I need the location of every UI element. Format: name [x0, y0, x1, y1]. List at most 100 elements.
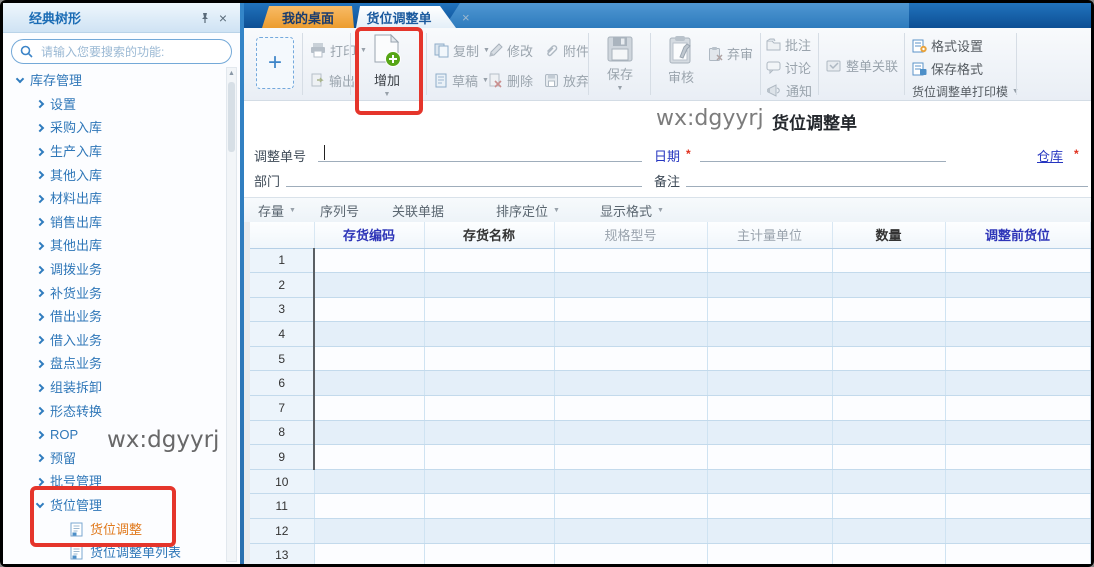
grid-cell[interactable] — [832, 469, 945, 494]
sidebar-search[interactable] — [11, 39, 232, 64]
doc-no-field[interactable] — [318, 146, 642, 162]
annotate-button[interactable]: 批注 — [766, 35, 811, 54]
grid-cell[interactable] — [832, 519, 945, 544]
grid-cell[interactable] — [707, 469, 832, 494]
grid-cell[interactable] — [424, 297, 554, 322]
row-number-cell[interactable]: 13 — [250, 543, 314, 564]
row-number-cell[interactable]: 3 — [250, 297, 314, 322]
add-button[interactable]: 增加 ▼ — [356, 34, 418, 98]
grid-cell[interactable] — [707, 396, 832, 421]
sidebar-item-inventory-management[interactable]: 库存管理 — [3, 69, 225, 93]
grid-cell[interactable] — [945, 420, 1090, 445]
grid-cell[interactable] — [314, 297, 424, 322]
chevron-right-icon[interactable] — [36, 124, 44, 132]
grid-cell[interactable] — [424, 322, 554, 347]
pin-icon[interactable] — [196, 9, 214, 27]
row-number-cell[interactable]: 7 — [250, 396, 314, 421]
close-icon[interactable]: × — [214, 9, 232, 27]
grid-cell[interactable] — [945, 346, 1090, 371]
modify-button[interactable]: 修改 — [488, 41, 533, 60]
sidebar-item-production-in[interactable]: 生产入库 — [3, 140, 225, 164]
grid-cell[interactable] — [707, 322, 832, 347]
sidebar-item-assembly[interactable]: 组装拆卸 — [3, 376, 225, 400]
grid-cell[interactable] — [554, 273, 707, 298]
grid-cell[interactable] — [945, 248, 1090, 273]
grid-cell[interactable] — [314, 445, 424, 470]
grid-cell[interactable] — [424, 420, 554, 445]
grid-cell[interactable] — [832, 396, 945, 421]
scroll-up-arrow[interactable]: ▲ — [227, 70, 236, 77]
row-number-cell[interactable]: 5 — [250, 346, 314, 371]
grid-cell[interactable] — [554, 469, 707, 494]
search-input[interactable] — [39, 44, 223, 60]
grid-cell[interactable] — [424, 371, 554, 396]
grid-cell[interactable] — [945, 322, 1090, 347]
grid-cell[interactable] — [424, 445, 554, 470]
chevron-down-icon[interactable] — [16, 75, 24, 83]
grid-cell[interactable] — [554, 346, 707, 371]
print-template-button[interactable]: 货位调整单打印模 ▼ — [912, 83, 1019, 100]
doc-link-button[interactable]: 整单关联 — [826, 56, 898, 75]
sidebar-item-transfer[interactable]: 调拨业务 — [3, 258, 225, 282]
sidebar-item-purchase-in[interactable]: 采购入库 — [3, 116, 225, 140]
grid-cell[interactable] — [707, 248, 832, 273]
grid-cell[interactable] — [424, 273, 554, 298]
sidebar-item-lend-out[interactable]: 借出业务 — [3, 305, 225, 329]
grid-cell[interactable] — [707, 420, 832, 445]
grid-cell[interactable] — [707, 297, 832, 322]
sidebar-item-form-convert[interactable]: 形态转换 — [3, 399, 225, 423]
memo-field[interactable] — [686, 171, 1088, 187]
dept-field[interactable] — [286, 171, 642, 187]
sidebar-item-location-adjust[interactable]: 货位调整 — [3, 517, 225, 541]
grid-cell[interactable] — [554, 445, 707, 470]
new-tab-button[interactable]: + — [256, 37, 294, 89]
grid-cell[interactable] — [707, 445, 832, 470]
grid-cell[interactable] — [945, 543, 1090, 564]
column-header[interactable]: 数量 — [832, 222, 945, 248]
grid-cell[interactable] — [554, 297, 707, 322]
grid-cell[interactable] — [707, 273, 832, 298]
grid-cell[interactable] — [424, 469, 554, 494]
related-docs-button[interactable]: 关联单据 — [392, 201, 444, 220]
serial-number-button[interactable]: 序列号 — [320, 201, 359, 220]
column-header[interactable]: 主计量单位 — [707, 222, 832, 248]
grid-cell[interactable] — [832, 346, 945, 371]
grid-cell[interactable] — [314, 519, 424, 544]
grid-cell[interactable] — [832, 322, 945, 347]
grid-cell[interactable] — [945, 494, 1090, 519]
grid-cell[interactable] — [707, 371, 832, 396]
sidebar-item-location-management[interactable]: 货位管理 — [3, 494, 225, 518]
grid-cell[interactable] — [314, 371, 424, 396]
grid-cell[interactable] — [554, 371, 707, 396]
grid-cell[interactable] — [314, 396, 424, 421]
notify-button[interactable]: 通知 — [766, 81, 812, 100]
grid-cell[interactable] — [554, 543, 707, 564]
delete-button[interactable]: 删除 — [488, 71, 533, 90]
grid-cell[interactable] — [424, 543, 554, 564]
grid-cell[interactable] — [314, 248, 424, 273]
grid-cell[interactable] — [945, 396, 1090, 421]
grid-cell[interactable] — [314, 322, 424, 347]
grid-cell[interactable] — [314, 494, 424, 519]
grid-cell[interactable] — [554, 322, 707, 347]
grid-cell[interactable] — [554, 420, 707, 445]
save-button[interactable]: 保存 ▼ — [596, 36, 644, 92]
chevron-right-icon[interactable] — [36, 454, 44, 462]
row-number-cell[interactable]: 10 — [250, 469, 314, 494]
grid-cell[interactable] — [554, 248, 707, 273]
chevron-right-icon[interactable] — [36, 242, 44, 250]
grid-cell[interactable] — [554, 494, 707, 519]
row-number-cell[interactable]: 9 — [250, 445, 314, 470]
grid-cell[interactable] — [424, 248, 554, 273]
unaudit-button[interactable]: 弃审 — [708, 44, 753, 63]
chevron-right-icon[interactable] — [36, 407, 44, 415]
column-header[interactable]: 存货编码 — [314, 222, 424, 248]
grid-cell[interactable] — [424, 346, 554, 371]
discuss-button[interactable]: 讨论 — [766, 58, 811, 77]
tab-close-icon[interactable]: × — [462, 10, 470, 25]
grid-cell[interactable] — [707, 346, 832, 371]
grid-cell[interactable] — [832, 248, 945, 273]
scroll-thumb[interactable] — [228, 82, 235, 152]
chevron-right-icon[interactable] — [36, 383, 44, 391]
sidebar-item-borrow-in[interactable]: 借入业务 — [3, 329, 225, 353]
